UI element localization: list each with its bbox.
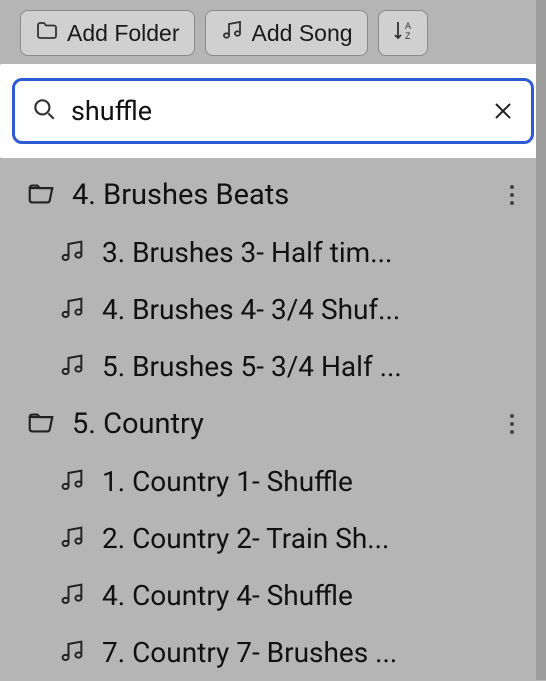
scrollbar-track[interactable]: [536, 0, 546, 680]
folder-header[interactable]: 4. Brushes Beats: [0, 166, 546, 224]
search-row: [0, 64, 546, 158]
list-item[interactable]: 4. Country 4- Shuffle: [0, 567, 546, 624]
search-input-container[interactable]: [12, 78, 534, 144]
add-folder-label: Add Folder: [67, 20, 180, 47]
music-icon: [220, 18, 244, 48]
folder-open-icon: [26, 178, 56, 212]
music-icon: [58, 237, 86, 269]
search-icon: [31, 96, 57, 126]
list-item[interactable]: 1. Country 1- Shuffle: [0, 453, 546, 510]
song-title: 4. Country 4- Shuffle: [102, 579, 492, 612]
folder-icon: [35, 18, 59, 48]
song-title: 2. Country 2- Train Sh...: [102, 522, 492, 555]
list-item[interactable]: 7. Country 7- Brushes ...: [0, 624, 546, 681]
folder-open-icon: [26, 407, 56, 441]
list-item[interactable]: 3. Brushes 3- Half tim...: [0, 224, 546, 281]
music-icon: [58, 637, 86, 669]
sort-button[interactable]: A Z: [378, 10, 428, 56]
song-title: 5. Brushes 5- 3/4 Half ...: [102, 350, 492, 383]
search-input[interactable]: [71, 95, 477, 127]
sort-az-icon: A Z: [391, 18, 415, 48]
add-song-button[interactable]: Add Song: [205, 10, 368, 56]
folder-menu-button[interactable]: [498, 178, 526, 212]
svg-text:Z: Z: [405, 31, 411, 41]
add-folder-button[interactable]: Add Folder: [20, 10, 195, 56]
list-item[interactable]: 4. Brushes 4- 3/4 Shuf...: [0, 281, 546, 338]
song-title: 7. Country 7- Brushes ...: [102, 636, 492, 669]
folder-header[interactable]: 5. Country: [0, 395, 546, 453]
music-icon: [58, 523, 86, 555]
add-song-label: Add Song: [252, 20, 353, 47]
svg-text:A: A: [405, 21, 411, 31]
list-item[interactable]: 5. Brushes 5- 3/4 Half ...: [0, 338, 546, 395]
music-icon: [58, 294, 86, 326]
clear-button[interactable]: [491, 99, 515, 123]
music-icon: [58, 580, 86, 612]
folder-menu-button[interactable]: [498, 407, 526, 441]
music-icon: [58, 351, 86, 383]
song-title: 4. Brushes 4- 3/4 Shuf...: [102, 293, 492, 326]
folder-list: 4. Brushes Beats 3. Brushes 3- Half tim.…: [0, 158, 546, 681]
folder-title: 4. Brushes Beats: [72, 178, 482, 212]
song-title: 3. Brushes 3- Half tim...: [102, 236, 492, 269]
song-title: 1. Country 1- Shuffle: [102, 465, 492, 498]
folder-title: 5. Country: [72, 407, 482, 441]
music-icon: [58, 466, 86, 498]
list-item[interactable]: 2. Country 2- Train Sh...: [0, 510, 546, 567]
